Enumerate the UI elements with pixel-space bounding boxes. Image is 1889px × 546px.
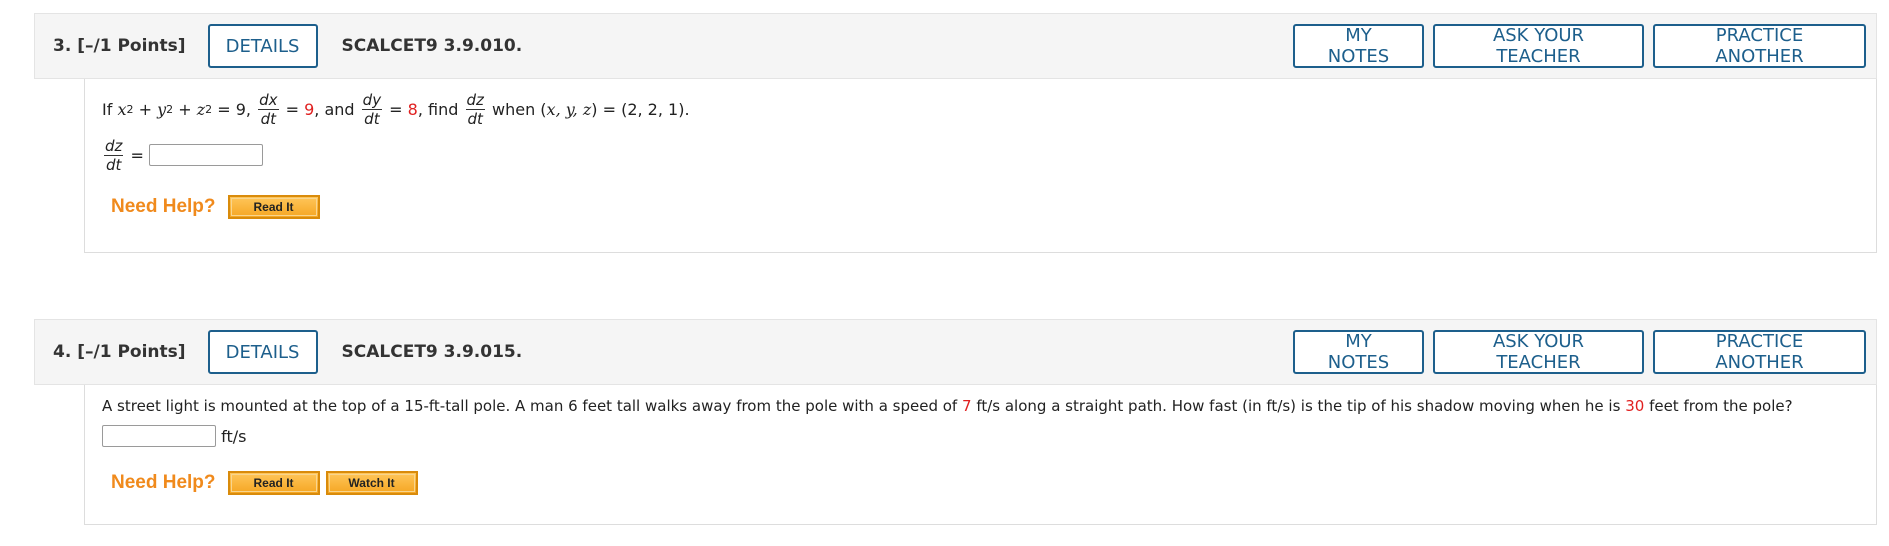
distance-value: 30 <box>1625 397 1645 415</box>
question-body: A street light is mounted at the top of … <box>84 385 1877 525</box>
details-button[interactable]: DETAILS <box>207 24 318 68</box>
ask-your-teacher-button[interactable]: ASK YOUR TEACHER <box>1433 330 1644 374</box>
need-help-label: Need Help? <box>111 472 216 493</box>
answer-input[interactable] <box>102 425 216 447</box>
speed-value: 7 <box>962 397 972 415</box>
question-body: If x2 + y2 + z2 = 9, dx dt = 9, and dy dt … <box>84 79 1877 253</box>
question-number: 4. [–/1 Points] <box>53 342 186 362</box>
practice-another-button[interactable]: PRACTICE ANOTHER <box>1653 330 1866 374</box>
my-notes-button[interactable]: MY NOTES <box>1293 330 1424 374</box>
question-header: 3. [–/1 Points] DETAILS SCALCET9 3.9.010… <box>34 13 1877 79</box>
ask-your-teacher-button[interactable]: ASK YOUR TEACHER <box>1433 24 1644 68</box>
need-help-label: Need Help? <box>111 196 216 217</box>
answer-unit: ft/s <box>221 426 247 446</box>
answer-label-fraction: dz dt <box>104 136 124 174</box>
dydt-value: 8 <box>407 99 418 119</box>
fraction-dx-dt: dx dt <box>258 90 279 128</box>
need-help-row: Need Help? Read It <box>102 195 1876 219</box>
question-code: SCALCET9 3.9.015. <box>341 342 523 362</box>
my-notes-button[interactable]: MY NOTES <box>1293 24 1424 68</box>
question-code: SCALCET9 3.9.010. <box>341 36 523 56</box>
answer-row: ft/s <box>102 423 1876 449</box>
question-3: 3. [–/1 Points] DETAILS SCALCET9 3.9.010… <box>34 13 1877 253</box>
answer-row: dz dt = <box>102 135 1876 175</box>
question-prompt: A street light is mounted at the top of … <box>102 397 1793 415</box>
watch-it-button[interactable]: Watch It <box>325 471 418 495</box>
question-header: 4. [–/1 Points] DETAILS SCALCET9 3.9.015… <box>34 319 1877 385</box>
need-help-row: Need Help? Read It Watch It <box>102 471 1876 495</box>
fraction-dz-dt: dz dt <box>465 90 485 128</box>
fraction-dy-dt: dy dt <box>361 90 383 128</box>
question-prompt: If x2 + y2 + z2 = 9, dx dt = 9, and dy dt … <box>102 90 690 128</box>
dxdt-value: 9 <box>304 99 315 119</box>
question-4: 4. [–/1 Points] DETAILS SCALCET9 3.9.015… <box>34 319 1877 525</box>
practice-another-button[interactable]: PRACTICE ANOTHER <box>1653 24 1866 68</box>
read-it-button[interactable]: Read It <box>227 471 320 495</box>
read-it-button[interactable]: Read It <box>227 195 320 219</box>
details-button[interactable]: DETAILS <box>207 330 318 374</box>
question-number: 3. [–/1 Points] <box>53 36 186 56</box>
answer-input[interactable] <box>149 144 263 166</box>
